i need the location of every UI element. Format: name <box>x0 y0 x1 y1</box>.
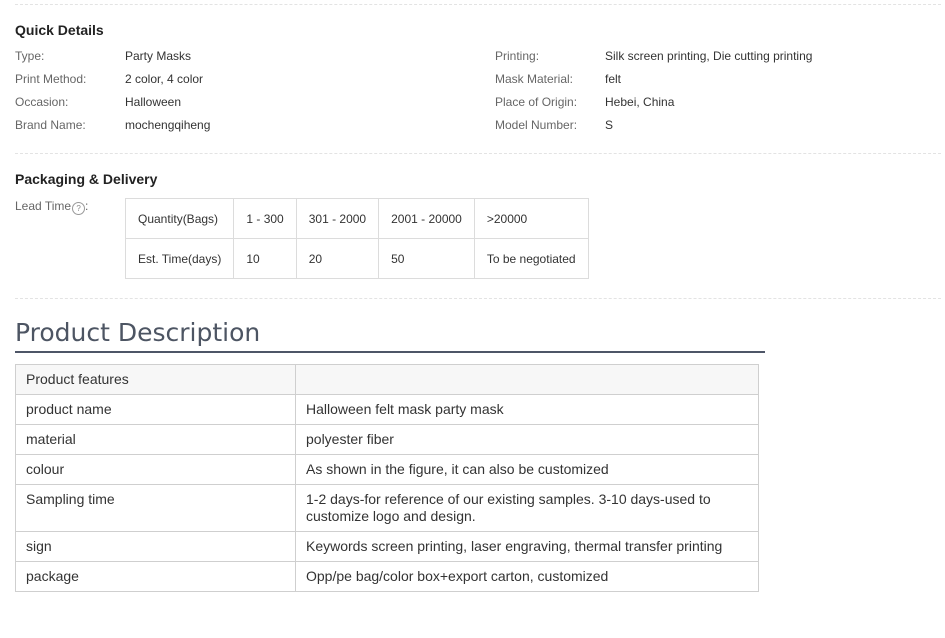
quick-details-title: Quick Details <box>15 22 104 38</box>
detail-value: Silk screen printing, Die cutting printi… <box>605 49 813 63</box>
detail-value: Hebei, China <box>605 95 675 109</box>
table-cell: package <box>15 561 296 592</box>
detail-value: 2 color, 4 color <box>125 72 204 86</box>
detail-value: S <box>605 118 614 132</box>
detail-label: Place of Origin: <box>495 95 578 109</box>
table-row: material polyester fiber <box>15 424 759 455</box>
table-cell: Opp/pe bag/color box+export carton, cust… <box>295 561 759 592</box>
detail-label: Brand Name: <box>15 118 86 132</box>
help-icon[interactable]: ? <box>72 202 86 215</box>
detail-value: felt <box>605 72 622 86</box>
detail-value: Halloween <box>125 95 182 109</box>
table-row: sign Keywords screen printing, laser eng… <box>15 531 759 562</box>
table-row: Est. Time(days) 10 20 50 To be negotiate… <box>124 238 589 279</box>
table-cell: 1 - 300 <box>233 198 297 239</box>
table-cell: 50 <box>378 238 475 279</box>
detail-value: mochengqiheng <box>125 118 211 132</box>
detail-label: Mask Material: <box>495 72 574 86</box>
table-cell: sign <box>15 531 296 562</box>
table-row: colour As shown in the figure, it can al… <box>15 454 759 485</box>
table-cell: Est. Time(days) <box>124 238 235 279</box>
product-description-title: Product Description <box>15 318 261 347</box>
lead-time-text: Lead Time <box>15 199 72 213</box>
table-cell: 10 <box>233 238 297 279</box>
detail-label: Print Method: <box>15 72 87 86</box>
table-cell: polyester fiber <box>295 424 759 455</box>
detail-label: Occasion: <box>15 95 69 109</box>
table-cell <box>295 364 759 395</box>
table-row: package Opp/pe bag/color box+export cart… <box>15 561 759 592</box>
table-cell: 2001 - 20000 <box>378 198 475 239</box>
table-cell: Keywords screen printing, laser engravin… <box>295 531 759 562</box>
table-cell: material <box>15 424 296 455</box>
table-cell: As shown in the figure, it can also be c… <box>295 454 759 485</box>
table-cell: Sampling time <box>15 484 296 532</box>
detail-label: Type: <box>15 49 45 63</box>
table-row: Quantity(Bags) 1 - 300 301 - 2000 2001 -… <box>124 198 589 239</box>
product-features-table: Product features product name Halloween … <box>15 364 759 592</box>
top-divider <box>15 4 941 5</box>
section-divider <box>15 298 941 299</box>
detail-label: Printing: <box>495 49 540 63</box>
table-cell: 301 - 2000 <box>295 198 380 239</box>
table-cell: Quantity(Bags) <box>124 198 235 239</box>
lead-time-colon: : <box>85 199 89 213</box>
table-cell: 20 <box>295 238 380 279</box>
table-cell: >20000 <box>473 198 589 239</box>
table-cell: colour <box>15 454 296 485</box>
detail-label: Model Number: <box>495 118 578 132</box>
table-row: product name Halloween felt mask party m… <box>15 394 759 425</box>
packaging-delivery-title: Packaging & Delivery <box>15 171 158 187</box>
table-cell: 1-2 days-for reference of our existing s… <box>295 484 759 532</box>
table-row: Sampling time 1-2 days-for reference of … <box>15 484 759 532</box>
lead-time-table: Quantity(Bags) 1 - 300 301 - 2000 2001 -… <box>124 198 589 279</box>
lead-time-label: Lead Time?: <box>15 199 88 215</box>
detail-value: Party Masks <box>125 49 192 63</box>
title-underline <box>15 351 765 353</box>
table-cell: product name <box>15 394 296 425</box>
table-cell: Product features <box>15 364 296 395</box>
table-cell: Halloween felt mask party mask <box>295 394 759 425</box>
section-divider <box>15 153 941 154</box>
table-row: Product features <box>15 364 759 395</box>
table-cell: To be negotiated <box>473 238 589 279</box>
